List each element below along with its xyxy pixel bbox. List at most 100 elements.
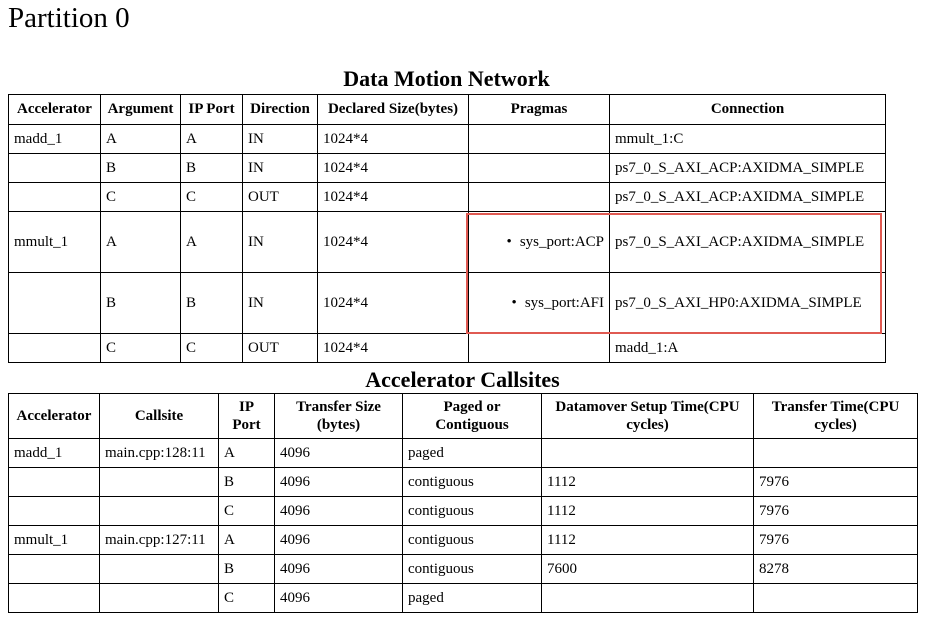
connection-cell: ps7_0_S_AXI_ACP:AXIDMA_SIMPLE [609,211,886,273]
ip-port-cell: A [180,124,243,154]
ip-port-cell: C [180,333,243,363]
column-header: Declared Size(bytes) [317,94,469,125]
direction-cell: OUT [242,182,318,212]
declared-size-cell: 1024*4 [317,211,469,273]
declared-size-cell: 1024*4 [317,153,469,183]
transfer-time-cell: 7976 [753,525,918,555]
column-header: Transfer Size (bytes) [274,393,403,439]
pragma-item: sys_port:AFI [512,295,604,311]
callsite-cell [99,583,219,613]
column-header: Paged or Contiguous [402,393,542,439]
accelerator-cell [8,496,100,526]
ip-port-cell: B [218,467,275,497]
transfer-size-cell: 4096 [274,467,403,497]
setup-time-cell [541,583,754,613]
paged-cell: contiguous [402,554,542,584]
column-header: Direction [242,94,318,125]
direction-cell: IN [242,272,318,334]
pragmas-cell [468,182,610,212]
column-header: IP Port [218,393,275,439]
pragmas-cell: sys_port:AFI [468,272,610,334]
column-header: Argument [100,94,181,125]
connection-cell: ps7_0_S_AXI_ACP:AXIDMA_SIMPLE [609,153,886,183]
setup-time-cell: 1112 [541,496,754,526]
paged-cell: contiguous [402,496,542,526]
column-header: Transfer Time(CPU cycles) [753,393,918,439]
column-header: IP Port [180,94,243,125]
transfer-time-cell [753,583,918,613]
ip-port-cell: A [218,438,275,468]
setup-time-cell: 1112 [541,467,754,497]
pragmas-cell [468,124,610,154]
page-title: Partition 0 [8,2,130,34]
accelerator-cell [8,467,100,497]
column-header: Callsite [99,393,219,439]
setup-time-cell: 1112 [541,525,754,555]
accelerator-cell [8,153,101,183]
column-header: Accelerator [8,94,101,125]
paged-cell: paged [402,438,542,468]
callsite-cell [99,496,219,526]
argument-cell: B [100,153,181,183]
paged-cell: paged [402,583,542,613]
paged-cell: contiguous [402,525,542,555]
table-row: C C OUT 1024*4 ps7_0_S_AXI_ACP:AXIDMA_SI… [8,182,886,212]
transfer-size-cell: 4096 [274,496,403,526]
ip-port-cell: C [218,583,275,613]
accelerator-cell [8,583,100,613]
table-row: B B IN 1024*4 ps7_0_S_AXI_ACP:AXIDMA_SIM… [8,153,886,183]
column-header: Datamover Setup Time(CPU cycles) [541,393,754,439]
table-row: C 4096 contiguous 1112 7976 [8,496,918,526]
accelerator-cell: madd_1 [8,438,100,468]
declared-size-cell: 1024*4 [317,182,469,212]
accelerator-cell [8,333,101,363]
argument-cell: C [100,333,181,363]
declared-size-cell: 1024*4 [317,124,469,154]
accelerator-callsites-title: Accelerator Callsites [365,367,560,392]
transfer-time-cell [753,438,918,468]
pragmas-cell [468,333,610,363]
connection-cell: ps7_0_S_AXI_HP0:AXIDMA_SIMPLE [609,272,886,334]
accelerator-cell: madd_1 [8,124,101,154]
table-row: C C OUT 1024*4 madd_1:A [8,333,886,363]
table-row: B 4096 contiguous 1112 7976 [8,467,918,497]
callsite-cell: main.cpp:127:11 [99,525,219,555]
transfer-time-cell: 7976 [753,496,918,526]
direction-cell: OUT [242,333,318,363]
connection-cell: ps7_0_S_AXI_ACP:AXIDMA_SIMPLE [609,182,886,212]
pragma-item: sys_port:ACP [507,234,604,250]
direction-cell: IN [242,211,318,273]
table-row: B B IN 1024*4 sys_port:AFI ps7_0_S_AXI_H… [8,272,886,334]
transfer-size-cell: 4096 [274,554,403,584]
table-row: C 4096 paged [8,583,918,613]
connection-cell: madd_1:A [609,333,886,363]
callsite-cell [99,554,219,584]
argument-cell: B [100,272,181,334]
table-header-row: Accelerator Callsite IP Port Transfer Si… [8,393,918,439]
transfer-size-cell: 4096 [274,583,403,613]
connection-cell: mmult_1:C [609,124,886,154]
argument-cell: A [100,211,181,273]
setup-time-cell: 7600 [541,554,754,584]
declared-size-cell: 1024*4 [317,272,469,334]
ip-port-cell: B [180,272,243,334]
transfer-size-cell: 4096 [274,525,403,555]
ip-port-cell: A [180,211,243,273]
ip-port-cell: B [180,153,243,183]
column-header: Connection [609,94,886,125]
transfer-size-cell: 4096 [274,438,403,468]
callsite-cell: main.cpp:128:11 [99,438,219,468]
transfer-time-cell: 7976 [753,467,918,497]
accelerator-cell [8,182,101,212]
accelerator-callsites-table: Accelerator Callsite IP Port Transfer Si… [8,393,918,613]
table-row: mmult_1 A A IN 1024*4 sys_port:ACP ps7_0… [8,211,886,273]
callsite-cell [99,467,219,497]
direction-cell: IN [242,153,318,183]
data-motion-network-table: Accelerator Argument IP Port Direction D… [8,94,886,363]
data-motion-network-title: Data Motion Network [343,66,550,91]
table-row: madd_1 A A IN 1024*4 mmult_1:C [8,124,886,154]
argument-cell: A [100,124,181,154]
ip-port-cell: C [180,182,243,212]
ip-port-cell: C [218,496,275,526]
accelerator-cell: mmult_1 [8,525,100,555]
